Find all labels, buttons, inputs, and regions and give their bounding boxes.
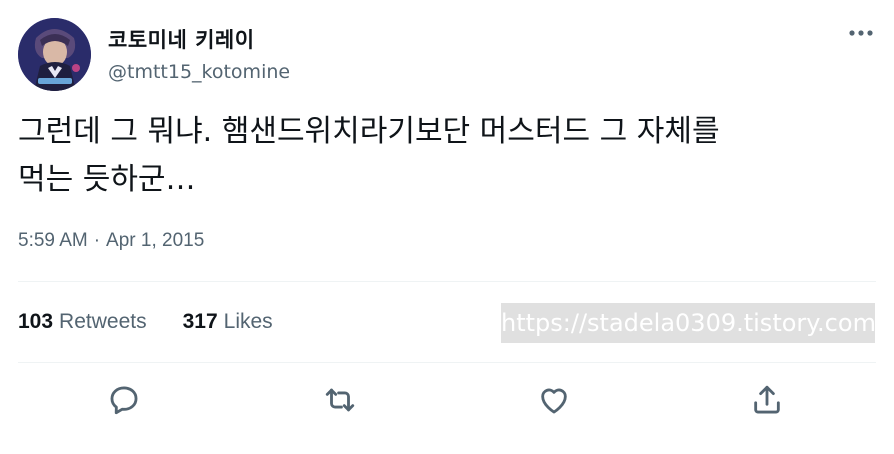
share-icon bbox=[754, 385, 780, 414]
retweets-count: 103 bbox=[18, 310, 54, 333]
tweet-date[interactable]: Apr 1, 2015 bbox=[106, 230, 204, 252]
action-bar bbox=[0, 378, 894, 422]
likes-label: Likes bbox=[223, 310, 273, 333]
share-button[interactable] bbox=[745, 378, 789, 422]
tweet-text: 그런데 그 뭐냐. 햄샌드위치라기보단 머스터드 그 자체를 먹는 듯하군… bbox=[18, 114, 720, 197]
tweet-time[interactable]: 5:59 AM bbox=[18, 230, 88, 252]
retweet-button[interactable] bbox=[318, 378, 362, 422]
likes-count: 317 bbox=[182, 310, 218, 333]
more-icon bbox=[849, 30, 873, 36]
avatar-image bbox=[18, 18, 91, 91]
like-button[interactable] bbox=[532, 378, 576, 422]
likes-stat[interactable]: 317 Likes bbox=[183, 310, 273, 334]
more-options-button[interactable] bbox=[846, 20, 876, 46]
timestamp-separator: · bbox=[93, 230, 101, 251]
retweets-stat[interactable]: 103 Retweets bbox=[18, 310, 147, 334]
heart-icon bbox=[541, 388, 567, 414]
divider bbox=[18, 362, 876, 363]
tweet-stats: 103 Retweets 317 Likes bbox=[18, 310, 273, 334]
user-handle[interactable]: @tmtt15_kotomine bbox=[108, 61, 290, 83]
watermark: https://stadela0309.tistory.com bbox=[501, 303, 875, 343]
retweets-label: Retweets bbox=[59, 310, 147, 333]
reply-icon bbox=[110, 386, 138, 415]
reply-button[interactable] bbox=[102, 378, 146, 422]
display-name[interactable]: 코토미네 키레이 bbox=[108, 24, 255, 54]
retweet-icon bbox=[325, 388, 355, 412]
divider bbox=[18, 281, 876, 282]
avatar[interactable] bbox=[18, 18, 91, 91]
tweet-timestamp[interactable]: 5:59 AM · Apr 1, 2015 bbox=[18, 230, 204, 252]
